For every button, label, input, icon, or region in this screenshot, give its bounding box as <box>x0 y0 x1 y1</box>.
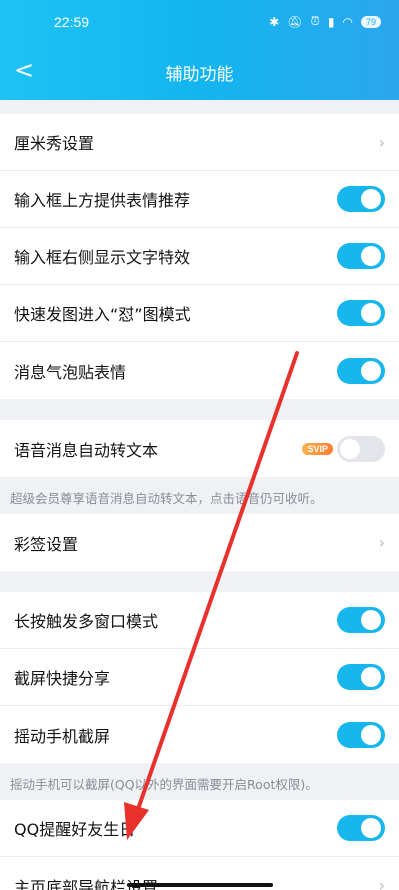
birthday-reminder-row: QQ提醒好友生日 <box>0 800 399 857</box>
row-label: 长按触发多窗口模式 <box>14 612 159 631</box>
quick-image-row: 快速发图进入“怼”图模式 <box>0 285 399 342</box>
text-effect-toggle[interactable] <box>337 243 385 269</box>
mute-icon: 🔕︎ <box>287 14 303 29</box>
toggle-knob <box>361 189 381 209</box>
row-label: QQ提醒好友生日 <box>14 820 136 839</box>
signal-icon: ▮ <box>327 14 335 29</box>
row-label: 彩签设置 <box>14 534 79 554</box>
multi-window-row: 长按触发多窗口模式 <box>0 592 399 649</box>
row-label: 语音消息自动转文本 <box>14 440 159 460</box>
color-tag-row[interactable]: 彩签设置 › <box>0 514 399 571</box>
status-icons: ✱ 🔕︎ ⏰︎ ▮ ◠ 79 <box>269 14 381 29</box>
settings-group-3: 彩签设置 › <box>0 514 399 571</box>
settings-group-5: QQ提醒好友生日 主页底部导航栏设置 › <box>0 800 399 890</box>
bubble-sticker-toggle[interactable] <box>337 357 385 384</box>
screenshot-share-toggle[interactable] <box>337 664 385 690</box>
toggle-knob <box>361 610 381 630</box>
chevron-right-icon: › <box>378 533 385 552</box>
wifi-icon: ◠ <box>342 14 353 29</box>
birthday-reminder-toggle[interactable] <box>337 815 385 841</box>
toggle-knob <box>361 246 381 266</box>
chevron-right-icon: › <box>378 132 385 152</box>
alarm-icon: ⏰︎ <box>310 14 320 28</box>
screenshot-share-row: 截屏快捷分享 <box>0 649 399 706</box>
voice-to-text-row: 语音消息自动转文本 SVIP <box>0 420 399 477</box>
battery-icon: 79 <box>360 15 381 28</box>
bubble-sticker-row: 消息气泡贴表情 <box>0 342 399 399</box>
settings-group-2: 语音消息自动转文本 SVIP <box>0 420 399 477</box>
quick-image-toggle[interactable] <box>337 300 385 326</box>
header: 22:59 ✱ 🔕︎ ⏰︎ ▮ ◠ 79 < 辅助功能 <box>0 0 399 100</box>
svip-badge: SVIP <box>302 442 333 455</box>
section-gap <box>0 100 399 114</box>
back-button[interactable]: < <box>14 56 34 84</box>
navbar: < 辅助功能 <box>0 44 399 100</box>
toggle-knob <box>361 667 381 687</box>
settings-group-1: 厘米秀设置 › 输入框上方提供表情推荐 输入框右侧显示文字特效 快速发图进入“怼… <box>0 114 399 399</box>
emoji-recommend-row: 输入框上方提供表情推荐 <box>0 171 399 228</box>
row-label: 摇动手机截屏 <box>14 726 111 746</box>
toggle-knob <box>361 303 381 323</box>
emoji-recommend-toggle[interactable] <box>337 186 385 212</box>
section-gap <box>0 571 399 592</box>
voice-hint: 超级会员尊享语音消息自动转文本，点击语音仍可收听。 <box>0 477 399 514</box>
toggle-knob <box>361 360 381 381</box>
status-bar: 22:59 ✱ 🔕︎ ⏰︎ ▮ ◠ 79 <box>0 0 399 44</box>
home-indicator[interactable] <box>127 883 273 887</box>
row-label: 消息气泡贴表情 <box>14 362 127 382</box>
row-label: 输入框上方提供表情推荐 <box>14 191 191 210</box>
row-label: 输入框右侧显示文字特效 <box>14 248 191 267</box>
toggle-knob <box>361 818 381 838</box>
bluetooth-icon: ✱ <box>269 14 280 29</box>
status-time: 22:59 <box>54 14 90 30</box>
shake-screenshot-toggle[interactable] <box>337 721 385 748</box>
chevron-right-icon: › <box>378 876 385 890</box>
row-label: 主页底部导航栏设置 <box>14 877 159 890</box>
page-title: 辅助功能 <box>165 64 234 85</box>
row-label: 厘米秀设置 <box>14 134 95 153</box>
shake-screenshot-row: 摇动手机截屏 <box>0 706 399 763</box>
shake-hint: 摇动手机可以截屏(QQ以外的界面需要开启Root权限)。 <box>0 763 399 800</box>
section-gap <box>0 399 399 420</box>
cmshow-settings-row[interactable]: 厘米秀设置 › <box>0 114 399 171</box>
voice-to-text-toggle[interactable] <box>337 435 385 462</box>
text-effect-row: 输入框右侧显示文字特效 <box>0 228 399 285</box>
toggle-knob <box>361 724 381 745</box>
row-label: 截屏快捷分享 <box>14 669 111 688</box>
toggle-knob <box>340 438 360 459</box>
row-label: 快速发图进入“怼”图模式 <box>14 305 191 324</box>
multi-window-toggle[interactable] <box>337 607 385 633</box>
settings-group-4: 长按触发多窗口模式 截屏快捷分享 摇动手机截屏 <box>0 592 399 763</box>
